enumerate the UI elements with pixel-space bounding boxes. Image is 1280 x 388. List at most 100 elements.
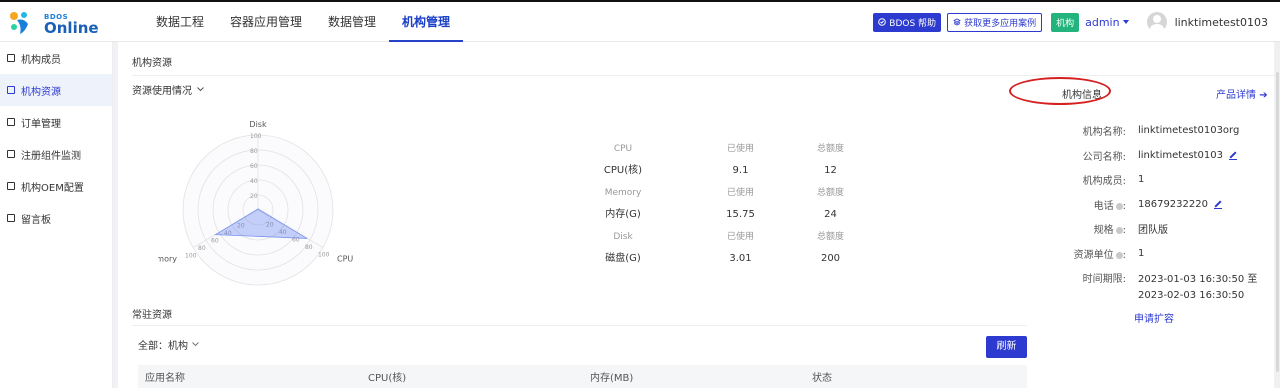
stat-used-label: 已使用 (726, 232, 754, 242)
admin-dropdown[interactable]: admin (1085, 15, 1129, 29)
stat-category: Memory (604, 188, 642, 198)
radar-tick-label: 80 (305, 244, 313, 251)
resource-radar-chart: 204060801002040608010020406080100DiskCPU… (158, 120, 353, 286)
radar-tick-label: 80 (198, 245, 206, 252)
section-title: 资源使用情况 (132, 86, 192, 97)
radar-axis-label: Memory (158, 255, 177, 264)
radar-tick-label: 40 (250, 178, 258, 185)
scrollbar[interactable] (1275, 42, 1280, 388)
help-button-label: BDOS 帮助 (889, 18, 937, 29)
nav-item-data-engineering[interactable]: 数据工程 (143, 2, 217, 42)
refresh-button[interactable]: 刷新 (986, 336, 1027, 358)
column-header-app-name: 应用名称 (145, 373, 185, 384)
stat-total-value: 200 (820, 253, 841, 264)
members-icon (7, 54, 15, 62)
admin-label: admin (1085, 15, 1120, 29)
avatar[interactable] (1146, 12, 1167, 32)
question-icon[interactable] (1115, 226, 1123, 234)
question-icon[interactable] (1115, 251, 1123, 259)
resource-unit-value: 1 (1138, 248, 1145, 259)
stat-used-value: 3.01 (729, 253, 752, 264)
chevron-down-icon (192, 342, 199, 347)
edit-icon[interactable] (1228, 152, 1237, 160)
scrollbar-thumb[interactable] (1276, 72, 1279, 372)
filter-label: 全部：机构 (138, 341, 188, 352)
stat-name: 磁盘(G) (605, 253, 641, 264)
resource-unit-row: 资源单位: 1 (1073, 248, 1145, 261)
column-header-status: 状态 (812, 373, 832, 384)
period-label: 时间期限: (1082, 274, 1126, 285)
help-icon (878, 18, 887, 26)
company-row: 公司名称: linktimetest0103 (1062, 148, 1237, 163)
nav-item-data-management[interactable]: 数据管理 (315, 2, 389, 42)
orders-icon (7, 118, 15, 126)
stat-category: CPU (613, 144, 633, 154)
period-start: 2023-01-03 16:30:50 至 (1138, 274, 1258, 285)
sidebar-item-label: 留言板 (21, 214, 51, 226)
spec-row: 规格: 团队版 (1062, 221, 1168, 236)
stat-total-value: 24 (824, 209, 837, 220)
highlight-annotation (1009, 77, 1111, 105)
members-row: 机构成员: 1 (1062, 172, 1145, 187)
sidebar-item-org-members[interactable]: 机构成员 (0, 42, 112, 74)
company-label: 公司名称: (1082, 152, 1126, 163)
org-name-label: 机构名称: (1082, 127, 1126, 138)
more-cases-button[interactable]: 获取更多应用案例 (947, 12, 1043, 32)
product-detail-link[interactable]: 产品详情 ➔ (1216, 86, 1268, 101)
sidebar-item-label: 机构成员 (21, 54, 61, 66)
column-header-cpu: CPU(核) (368, 373, 407, 384)
top-header: BDOS Online 数据工程 容器应用管理 数据管理 机构管理 BDOS 帮… (0, 2, 1280, 42)
scope-filter-dropdown[interactable]: 全部：机构 (138, 337, 199, 352)
stat-total-label: 总额度 (816, 188, 844, 198)
divider (132, 75, 1278, 76)
spec-value: 团队版 (1138, 225, 1168, 236)
help-button[interactable]: BDOS 帮助 (873, 12, 942, 32)
stat-category: Disk (613, 232, 633, 242)
sidebar-item-oem-config[interactable]: 机构OEM配置 (0, 170, 112, 202)
table-header: 应用名称 CPU(核) 内存(MB) 状态 (138, 365, 1027, 388)
cases-icon (953, 18, 961, 26)
stat-used-label: 已使用 (726, 188, 754, 198)
arrow-right-icon: ➔ (1259, 90, 1268, 101)
sidebar-item-component-monitor[interactable]: 注册组件监测 (0, 138, 112, 170)
members-label: 机构成员: (1082, 176, 1126, 187)
sidebar-item-label: 机构资源 (21, 86, 61, 98)
nav-item-org-management[interactable]: 机构管理 (389, 2, 464, 42)
org-name-row: 机构名称: linktimetest0103org (1062, 123, 1240, 138)
sidebar-item-label: 机构OEM配置 (21, 182, 84, 194)
phone-row: 电话: 18679232220 (1062, 197, 1222, 212)
radar-tick-label: 100 (318, 252, 330, 259)
username[interactable]: linktimetest0103 (1175, 16, 1268, 29)
sidebar-item-orders[interactable]: 订单管理 (0, 106, 112, 138)
period-end-row: 2023-02-03 16:30:50 (1062, 290, 1244, 301)
permanent-resources-title: 常驻资源 (132, 310, 172, 321)
sidebar-item-label: 订单管理 (21, 118, 61, 130)
page-title: 机构资源 (132, 58, 172, 69)
stat-name: CPU(核) (603, 165, 643, 176)
org-name-value: linktimetest0103org (1138, 125, 1240, 136)
more-cases-label: 获取更多应用案例 (964, 18, 1037, 29)
apply-expansion-link[interactable]: 申请扩容 (1134, 310, 1174, 325)
sidebar-item-org-resources[interactable]: 机构资源 (0, 74, 112, 106)
product-detail-label: 产品详情 (1216, 90, 1256, 101)
resource-usage-dropdown[interactable]: 资源使用情况 (132, 82, 204, 97)
phone-label: 电话 (1093, 201, 1114, 212)
stat-used-value: 15.75 (726, 209, 755, 220)
logo-title: Online (44, 19, 99, 37)
bdos-logo[interactable]: BDOS Online (8, 10, 99, 37)
radar-tick-label: 60 (211, 238, 219, 245)
stat-name: 内存(G) (605, 209, 641, 220)
radar-tick-label: 100 (185, 253, 197, 260)
radar-tick-label: 100 (250, 133, 262, 140)
stat-total-value: 12 (824, 165, 837, 176)
stat-used-label: 已使用 (726, 144, 754, 154)
sidebar-item-message-board[interactable]: 留言板 (0, 202, 112, 234)
radar-axis-label: Disk (249, 120, 267, 129)
nav-item-container-apps[interactable]: 容器应用管理 (217, 2, 315, 42)
edit-icon[interactable] (1214, 201, 1222, 209)
question-icon[interactable] (1115, 202, 1123, 210)
logo-mark-icon (10, 12, 28, 34)
sidebar-item-label: 注册组件监测 (21, 150, 81, 162)
column-header-memory: 内存(MB) (590, 373, 634, 384)
period-row: 时间期限: 2023-01-03 16:30:50 至 (1062, 270, 1258, 285)
